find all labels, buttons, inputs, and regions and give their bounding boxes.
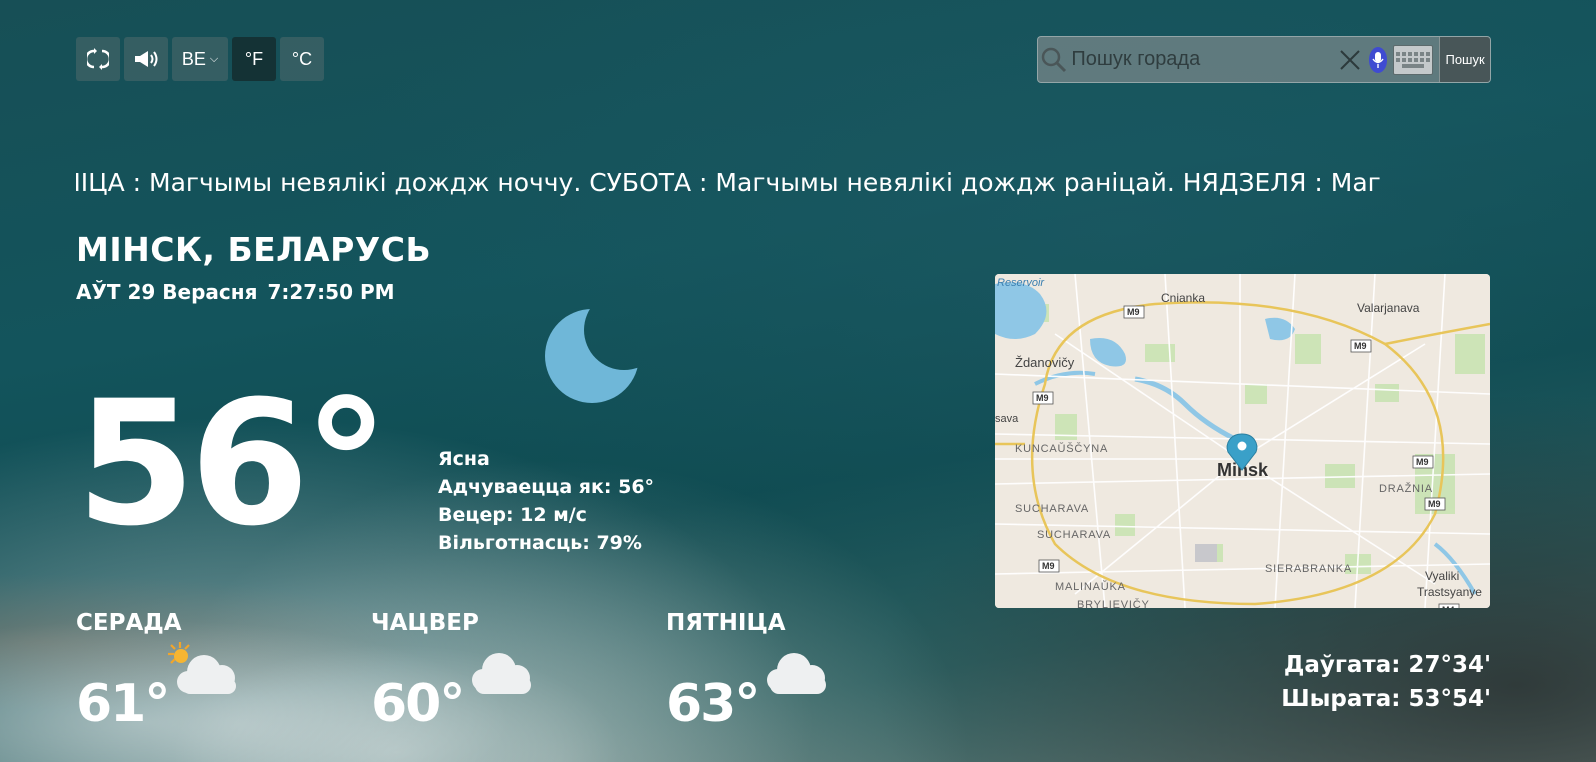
language-value: BE — [181, 48, 206, 69]
road-badge: M9 — [1416, 457, 1429, 467]
forecast-day: ЧАЦВЕР 60° — [371, 610, 631, 734]
longitude-text: Даўгата: 27°34' — [1283, 652, 1491, 678]
toolbar: BE ⌵ °F °C — [76, 37, 324, 81]
road-badge: M4 — [1442, 605, 1455, 608]
speak-button[interactable] — [124, 37, 168, 81]
forecast-temp: 61° — [76, 674, 170, 734]
clear-icon[interactable] — [1338, 49, 1362, 71]
map-label: SUCHARAVA — [1037, 529, 1111, 541]
map-label: Reservoir — [997, 277, 1045, 289]
date-label: АЎТ 29 Верасня — [76, 280, 258, 304]
cloud-icon — [754, 638, 834, 706]
language-select[interactable]: BE ⌵ — [172, 37, 228, 81]
time-label: 7:27:50 PM — [267, 280, 395, 304]
search-icon — [1038, 47, 1069, 73]
map-label: BRYLIEVIČY — [1077, 598, 1150, 608]
refresh-icon — [87, 48, 109, 70]
forecast-day: СЕРАДА 61° — [76, 610, 336, 734]
unit-celsius-button[interactable]: °C — [280, 37, 324, 81]
microphone-icon[interactable] — [1368, 46, 1388, 73]
search-input[interactable] — [1069, 47, 1339, 72]
map-label: DRAŽNIA — [1379, 482, 1433, 495]
map-label: Trastsyanye — [1417, 585, 1482, 599]
map-label: KUNCAŬŠČYNA — [1015, 442, 1108, 455]
road-badge: M9 — [1428, 499, 1441, 509]
current-details: Ясна Адчуваецца як: 56° Вецер: 12 м/с Ві… — [438, 445, 654, 557]
ticker-text: НІЦА : Магчымы невялікі дождж ноччу. СУБ… — [76, 168, 1381, 197]
city-title: МІНСК, БЕЛАРУСЬ — [76, 230, 432, 269]
condition-text: Ясна — [438, 448, 490, 470]
cloud-icon — [459, 638, 539, 706]
map-label: SIERABRANKA — [1265, 563, 1352, 575]
road-badge: M9 — [1354, 341, 1367, 351]
road-badge: M9 — [1036, 393, 1049, 403]
map-label: Ždanovičy — [1015, 355, 1075, 370]
map-label: sava — [995, 413, 1019, 425]
road-badge: M9 — [1127, 307, 1140, 317]
keyboard-icon[interactable] — [1393, 44, 1434, 75]
forecast-day-name: ЧАЦВЕР — [371, 610, 479, 636]
unit-f-label: °F — [244, 48, 264, 69]
map-label: Vyaliki — [1425, 569, 1459, 583]
coordinates: Даўгата: 27°34' Шырата: 53°54' — [1281, 648, 1491, 716]
refresh-button[interactable] — [76, 37, 120, 81]
wind-text: Вецер: 12 м/с — [438, 504, 587, 526]
road-badge: M9 — [1042, 561, 1055, 571]
map-label: MALINAŬKA — [1055, 580, 1126, 593]
forecast-temp: 63° — [666, 674, 760, 734]
map-label: SUCHARAVA — [1015, 503, 1089, 515]
latitude-text: Шырата: 53°54' — [1281, 686, 1491, 712]
moon-icon — [544, 308, 644, 412]
unit-fahrenheit-button[interactable]: °F — [232, 37, 276, 81]
forecast-day-name: СЕРАДА — [76, 610, 182, 636]
map-canvas[interactable]: Reservoir Cnianka Valarjanava Ždanovičy … — [995, 274, 1490, 608]
map-label: Cnianka — [1161, 291, 1205, 305]
speaker-icon — [135, 51, 158, 67]
city-map[interactable]: Reservoir Cnianka Valarjanava Ždanovičy … — [995, 274, 1490, 608]
forecast-temp: 60° — [371, 674, 465, 734]
forecast-day: ПЯТНІЦА 63° — [666, 610, 926, 734]
forecast-day-name: ПЯТНІЦА — [666, 610, 786, 636]
humidity-text: Вільготнасць: 79% — [438, 532, 642, 554]
chevron-down-icon: ⌵ — [209, 52, 219, 65]
partly-cloudy-icon — [164, 638, 244, 706]
search-bar: Пошук — [1037, 36, 1491, 83]
date-time: АЎТ 29 Верасня 7:27:50 PM — [76, 280, 395, 304]
current-temperature: 56° — [76, 363, 389, 564]
unit-c-label: °C — [291, 48, 313, 69]
search-button[interactable]: Пошук — [1439, 37, 1491, 82]
search-button-label: Пошук — [1445, 52, 1485, 67]
forecast-ticker: НІЦА : Магчымы невялікі дождж ноччу. СУБ… — [76, 168, 1490, 202]
map-label: Valarjanava — [1357, 301, 1420, 315]
feels-like-text: Адчуваецца як: 56° — [438, 476, 655, 498]
